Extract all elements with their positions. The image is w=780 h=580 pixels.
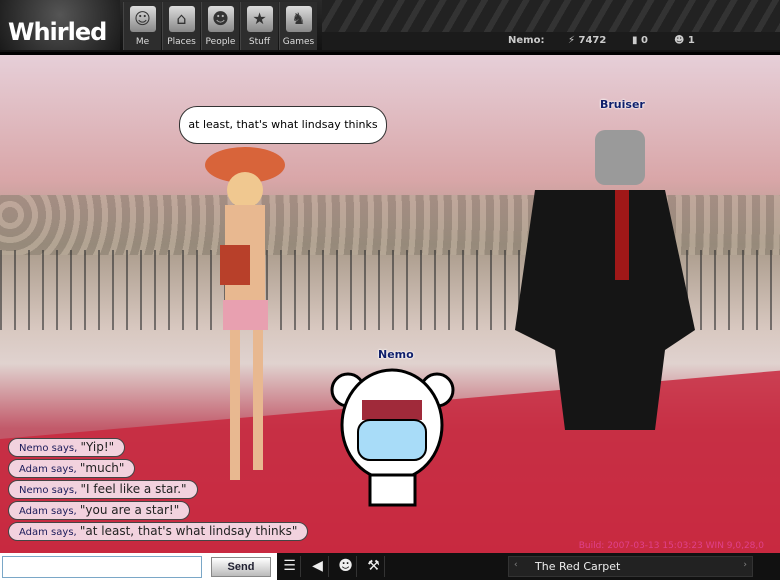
nav-places[interactable]: ⌂ Places <box>162 2 200 50</box>
room-name-bar: ‹ The Red Carpet › <box>508 556 753 577</box>
room-name: The Red Carpet <box>535 560 621 573</box>
chat-line: Adam says, "you are a star!" <box>8 501 191 520</box>
whirled-logo[interactable]: Whirled <box>0 0 120 50</box>
level-count: ☻ 1 <box>674 35 695 46</box>
header-decoration <box>322 0 780 32</box>
people-icon: ☻ <box>207 6 234 32</box>
avatar-icon[interactable]: ☻ <box>335 556 357 577</box>
gold-count: ▮ 0 <box>632 35 648 46</box>
chat-line: Adam says, "at least, that's what lindsa… <box>8 522 309 541</box>
games-icon: ♞ <box>285 6 312 32</box>
chat-line: Adam says, "much" <box>8 459 136 478</box>
stuff-icon: ★ <box>246 6 273 32</box>
nav-me[interactable]: ☺ Me <box>123 2 161 50</box>
top-bar: Whirled ☺ Me ⌂ Places ☻ People ★ Stuff ♞ Game… <box>0 0 780 52</box>
volume-icon[interactable]: ◀ <box>307 556 329 577</box>
send-button[interactable]: Send <box>211 557 271 577</box>
me-icon: ☺ <box>129 6 156 32</box>
chat-log: Nemo says, "Yip!" Adam says, "much" Nemo… <box>8 438 309 543</box>
nav-stuff[interactable]: ★ Stuff <box>240 2 278 50</box>
username: Nemo: <box>508 35 545 46</box>
nemo-avatar[interactable] <box>330 365 455 510</box>
chat-input[interactable] <box>2 556 202 578</box>
chat-icon[interactable]: ☰ <box>279 556 301 577</box>
bruiser-avatar[interactable] <box>505 130 700 440</box>
chat-line: Nemo says, "Yip!" <box>8 438 126 457</box>
room-scene[interactable]: at least, that's what lindsay thinks Bru… <box>0 55 780 553</box>
furniture-icon[interactable]: ⚒ <box>363 556 385 577</box>
places-icon: ⌂ <box>168 6 195 32</box>
status-bar: Nemo: ⚡ 7472 ▮ 0 ☻ 1 <box>322 32 780 50</box>
speech-bubble: at least, that's what lindsay thinks <box>179 106 387 144</box>
flow-count: ⚡ 7472 <box>568 35 607 46</box>
bottom-bar: Send ☰ ◀ ☻ ⚒ ‹ The Red Carpet › <box>0 553 780 580</box>
bruiser-name: Bruiser <box>600 98 645 111</box>
prev-room-arrow-icon[interactable]: ‹ <box>514 560 518 570</box>
build-info: Build: 2007-03-13 15:03:23 WIN 9,0,28,0 <box>578 541 764 551</box>
nav-games[interactable]: ♞ Games <box>279 2 317 50</box>
control-bar: ☰ ◀ ☻ ⚒ ‹ The Red Carpet › <box>277 553 780 580</box>
chat-line: Nemo says, "I feel like a star." <box>8 480 198 499</box>
next-room-arrow-icon[interactable]: › <box>743 560 747 570</box>
nemo-name: Nemo <box>378 348 414 361</box>
nav-people[interactable]: ☻ People <box>201 2 239 50</box>
